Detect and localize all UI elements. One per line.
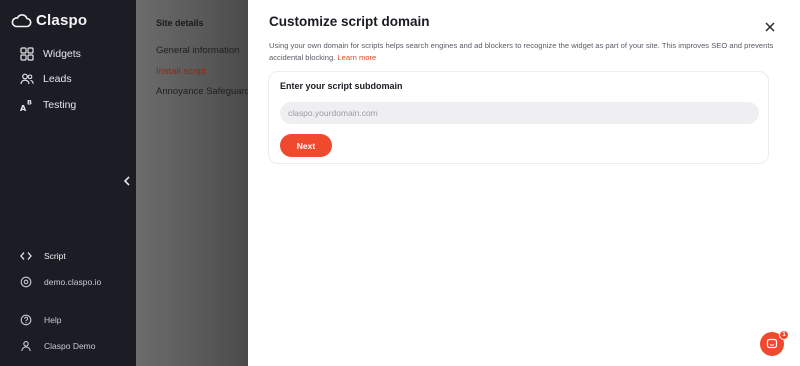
ab-test-icon: A B [20,99,32,113]
sidebar-item-testing[interactable]: A B Testing [20,98,77,113]
sidebar-item-label: Testing [43,99,77,111]
subdomain-input[interactable] [280,102,759,124]
sidebar-item-account[interactable]: Claspo Demo [20,340,96,352]
sidebar-item-label: Leads [43,73,72,85]
close-button[interactable] [764,20,776,32]
sidebar-item-widgets[interactable]: Widgets [20,47,81,61]
panel-item-general-information[interactable]: General information [156,45,239,56]
help-icon [20,314,32,326]
sidebar-item-label: Widgets [43,48,81,60]
cloud-logo-icon [11,13,32,27]
sidebar-item-label: Help [44,315,62,325]
close-icon [765,22,775,32]
users-icon [20,73,34,85]
sidebar-item-site[interactable]: demo.claspo.io [20,276,101,288]
chevron-left-icon [123,176,130,186]
sidebar-item-label: Claspo Demo [44,341,96,351]
sidebar-item-leads[interactable]: Leads [20,72,72,86]
grid-icon [20,47,34,61]
collapse-sidebar-button[interactable] [121,174,133,188]
drawer-description: Using your own domain for scripts helps … [269,40,774,63]
sidebar-item-label: demo.claspo.io [44,277,102,287]
user-icon [21,341,31,352]
sidebar-item-help[interactable]: Help [20,314,61,326]
panel-title: Site details [156,18,204,28]
learn-more-link[interactable]: Learn more [337,53,376,62]
chat-icon [766,338,778,349]
sidebar-item-label: Script [44,251,66,261]
sidebar-item-script[interactable]: Script [20,250,66,262]
site-icon [20,276,32,288]
panel-item-annoyance-safeguard[interactable]: Annoyance Safeguard [156,86,250,97]
customize-domain-drawer: Customize script domain Using your own d… [248,0,800,366]
svg-text:B: B [27,99,32,107]
subdomain-field-label: Enter your script subdomain [280,81,403,91]
svg-text:A: A [20,104,27,112]
main-sidebar: Claspo Widgets Leads A B Testing Script … [0,0,136,366]
subdomain-card: Enter your script subdomain Next [268,71,769,164]
drawer-title: Customize script domain [269,14,430,29]
app-name: Claspo [36,12,88,29]
panel-item-install-script[interactable]: Install script [156,66,206,77]
next-button[interactable]: Next [280,134,332,157]
site-details-panel: Site details General information Install… [136,0,250,366]
code-icon [20,252,32,260]
app-logo[interactable]: Claspo [10,12,87,29]
chat-notification-badge: 1 [779,330,789,340]
